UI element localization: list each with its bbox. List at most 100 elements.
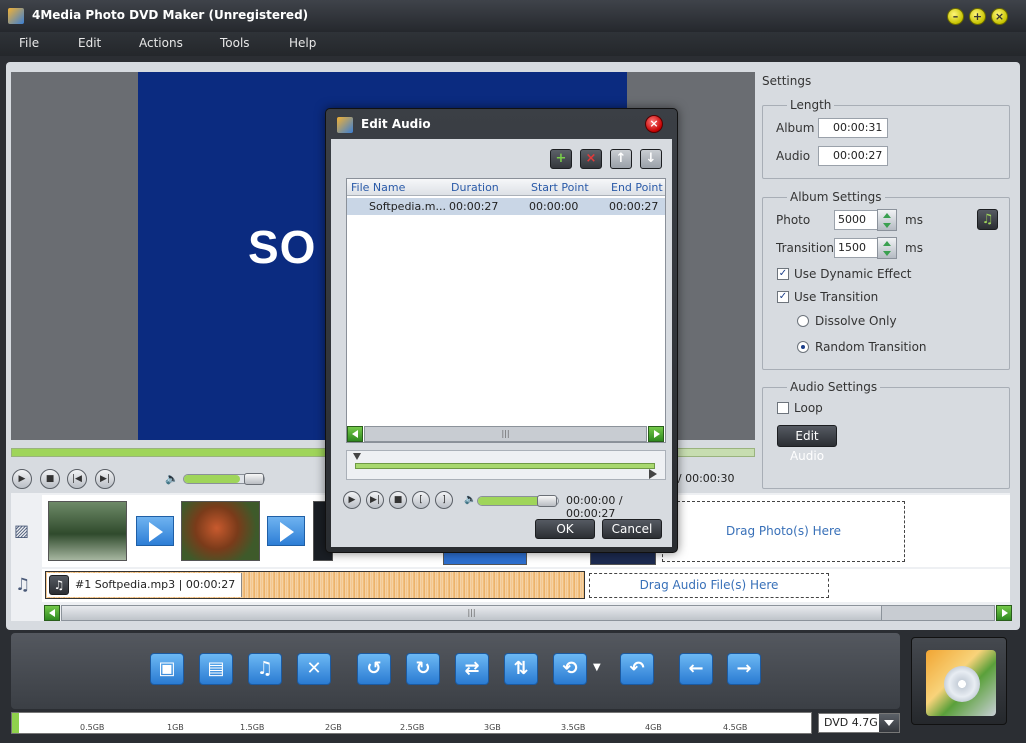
- row-file-name: Softpedia.m...: [369, 200, 446, 213]
- capacity-tick-label: 2.5GB: [400, 723, 425, 732]
- menu-actions[interactable]: Actions: [139, 36, 183, 50]
- audio-trim-slider[interactable]: [355, 463, 655, 469]
- capacity-tick-label: 0.5GB: [80, 723, 105, 732]
- file-list-scroll-left[interactable]: [347, 426, 363, 442]
- disc-type-value: DVD 4.7G: [824, 716, 878, 729]
- dialog-play-button[interactable]: ▶: [343, 491, 361, 509]
- row-duration: 00:00:27: [449, 200, 499, 213]
- previous-button[interactable]: |◀: [67, 469, 87, 489]
- move-up-button[interactable]: ↑: [610, 149, 632, 169]
- timeline-scroll-right[interactable]: [996, 605, 1012, 621]
- use-transition-checkbox[interactable]: ✓: [777, 291, 789, 303]
- rotate-right-icon: ↻: [415, 658, 431, 679]
- photo-duration-label: Photo: [776, 213, 811, 227]
- file-list-scroll-right[interactable]: [648, 426, 664, 442]
- photo-thumbnail-leaves[interactable]: [181, 501, 260, 561]
- edit-audio-button[interactable]: Edit Audio: [777, 425, 837, 463]
- dialog-set-start-button[interactable]: [: [412, 491, 430, 509]
- add-audio-file-button[interactable]: +: [550, 149, 572, 169]
- trim-end-marker[interactable]: [649, 469, 657, 479]
- photo-thumbnail-forest[interactable]: [48, 501, 127, 561]
- burn-dvd-button[interactable]: [911, 637, 1007, 725]
- transition-tile[interactable]: [267, 516, 305, 546]
- trim-start-marker[interactable]: [353, 453, 361, 460]
- move-right-button[interactable]: →: [727, 653, 761, 685]
- add-photo-icon: ▣: [158, 658, 176, 679]
- length-group: [762, 105, 1010, 179]
- audio-drop-zone[interactable]: Drag Audio File(s) Here: [589, 573, 829, 598]
- photo-thumbnail-selected[interactable]: [443, 551, 527, 565]
- row-end: 00:00:27: [609, 200, 659, 213]
- dialog-app-icon: [337, 117, 353, 133]
- photo-drop-zone[interactable]: Drag Photo(s) Here: [662, 501, 905, 562]
- photo-duration-field[interactable]: 5000: [834, 210, 878, 230]
- audio-clip-label: #1 Softpedia.mp3 | 00:00:27: [47, 573, 243, 597]
- audio-length-field[interactable]: 00:00:27: [818, 146, 888, 166]
- flip-vertical-button[interactable]: ⇅: [504, 653, 538, 685]
- timeline-scroll-thumb[interactable]: |||: [62, 606, 882, 620]
- rotate-left-icon: ↺: [366, 658, 382, 679]
- volume-thumb[interactable]: [244, 473, 264, 485]
- dialog-close-button[interactable]: ×: [645, 115, 663, 133]
- transition-tile[interactable]: [136, 516, 174, 546]
- rotate-right-button[interactable]: ↻: [406, 653, 440, 685]
- flip-horizontal-icon: ⇄: [464, 658, 480, 679]
- menu-file[interactable]: File: [19, 36, 39, 50]
- transition-dropdown-icon[interactable]: ▼: [593, 662, 601, 673]
- menu-edit[interactable]: Edit: [78, 36, 101, 50]
- use-dynamic-effect-checkbox[interactable]: ✓: [777, 268, 789, 280]
- cancel-button[interactable]: Cancel: [602, 519, 662, 539]
- next-button[interactable]: ▶|: [95, 469, 115, 489]
- menu-bar: File Edit Actions Tools Help: [0, 32, 1026, 56]
- close-button[interactable]: ×: [991, 8, 1008, 25]
- stop-button[interactable]: ■: [40, 469, 60, 489]
- flip-horizontal-button[interactable]: ⇄: [455, 653, 489, 685]
- timeline-scrollbar[interactable]: |||: [61, 605, 995, 621]
- ok-button[interactable]: OK: [535, 519, 595, 539]
- delete-button[interactable]: ✕: [297, 653, 331, 685]
- move-down-button[interactable]: ↓: [640, 149, 662, 169]
- add-audio-button[interactable]: ♫: [248, 653, 282, 685]
- dissolve-only-radio[interactable]: [797, 315, 809, 327]
- audio-settings-label: Audio Settings: [787, 380, 881, 394]
- loop-checkbox[interactable]: [777, 402, 789, 414]
- dialog-volume-fill: [478, 497, 542, 505]
- capacity-used: [12, 713, 19, 733]
- menu-help[interactable]: Help: [289, 36, 316, 50]
- photo-duration-spinner[interactable]: [877, 209, 897, 231]
- column-start-point[interactable]: Start Point: [531, 181, 589, 194]
- dialog-set-end-button[interactable]: ]: [435, 491, 453, 509]
- disc-type-dropdown-icon[interactable]: [879, 714, 899, 732]
- maximize-button[interactable]: +: [969, 8, 986, 25]
- transition-button[interactable]: ⟲: [553, 653, 587, 685]
- audio-trim-area: [346, 450, 666, 480]
- move-left-button[interactable]: ←: [679, 653, 713, 685]
- dialog-stop-button[interactable]: ■: [389, 491, 407, 509]
- transition-duration-spinner[interactable]: [877, 237, 897, 259]
- play-button[interactable]: ▶: [12, 469, 32, 489]
- file-list-scrollbar[interactable]: |||: [364, 426, 647, 442]
- volume-fill: [184, 475, 240, 483]
- column-end-point[interactable]: End Point: [611, 181, 663, 194]
- table-row[interactable]: Softpedia.m... 00:00:27 00:00:00 00:00:2…: [347, 198, 665, 215]
- menu-tools[interactable]: Tools: [220, 36, 250, 50]
- dialog-play-selection-button[interactable]: ▶|: [366, 491, 384, 509]
- remove-audio-file-button[interactable]: ×: [580, 149, 602, 169]
- disc-type-select[interactable]: DVD 4.7G: [818, 713, 900, 733]
- album-length-field[interactable]: 00:00:31: [818, 118, 888, 138]
- minimize-button[interactable]: –: [947, 8, 964, 25]
- album-length-label: Album: [776, 121, 815, 135]
- add-folder-button[interactable]: ▤: [199, 653, 233, 685]
- random-transition-radio[interactable]: [797, 341, 809, 353]
- settings-title: Settings: [762, 74, 812, 88]
- transition-duration-field[interactable]: 1500: [834, 238, 878, 258]
- add-photo-button[interactable]: ▣: [150, 653, 184, 685]
- photo-thumbnail[interactable]: [590, 551, 656, 565]
- timeline-scroll-left[interactable]: [44, 605, 60, 621]
- rotate-left-button[interactable]: ↺: [357, 653, 391, 685]
- column-duration[interactable]: Duration: [451, 181, 499, 194]
- background-music-button[interactable]: ♫: [977, 209, 998, 230]
- undo-button[interactable]: ↶: [620, 653, 654, 685]
- column-file-name[interactable]: File Name: [351, 181, 405, 194]
- dialog-volume-thumb[interactable]: [537, 495, 557, 507]
